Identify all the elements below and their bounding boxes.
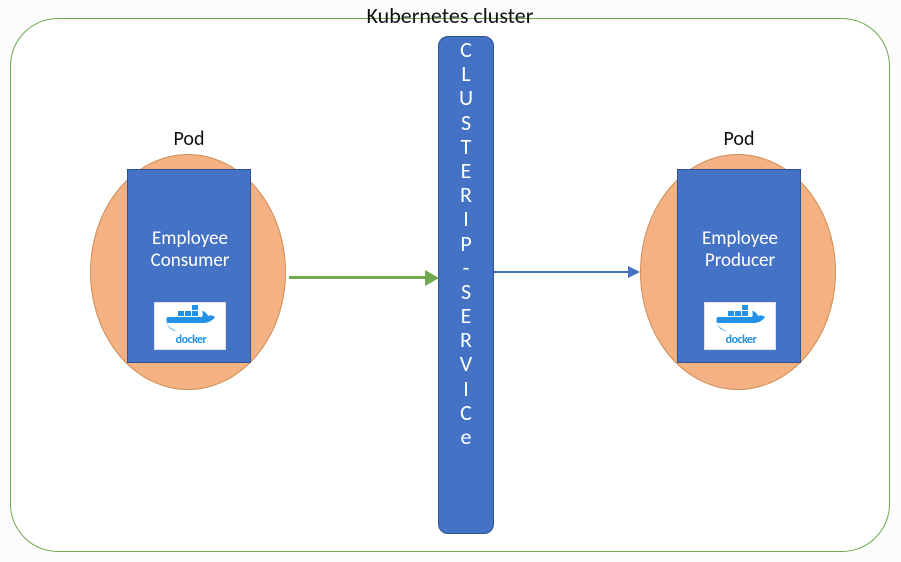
docker-whale-icon: [709, 305, 773, 335]
container-consumer-line1: Employee: [152, 227, 228, 250]
service-letter: S: [439, 280, 493, 304]
arrow-head-consumer-to-service: [425, 270, 439, 286]
container-producer-line2: Producer: [705, 249, 775, 272]
service-letter: C: [439, 401, 493, 425]
container-consumer: Employee Consumer docker: [127, 169, 251, 363]
cluster-title: Kubernetes cluster: [0, 2, 900, 29]
container-consumer-text: Employee Consumer: [128, 228, 252, 272]
clusterip-service-box: CLUSTERIP-SERVICe: [438, 36, 494, 534]
pod-label-left: Pod: [91, 127, 287, 151]
docker-word-right: docker: [705, 333, 777, 347]
container-producer: Employee Producer docker: [677, 169, 801, 363]
service-letter: L: [439, 62, 493, 86]
docker-word-left: docker: [155, 333, 227, 347]
service-letter: R: [439, 183, 493, 207]
docker-badge-left: docker: [154, 302, 226, 350]
docker-badge-right: docker: [704, 302, 776, 350]
service-letter: P: [439, 232, 493, 256]
pod-consumer: Pod Employee Consumer docker: [90, 154, 286, 390]
service-letter: E: [439, 159, 493, 183]
service-letter: S: [439, 111, 493, 135]
service-letter: I: [439, 207, 493, 231]
service-letter: e: [439, 425, 493, 449]
arrow-head-service-to-producer: [628, 266, 640, 278]
service-letter: I: [439, 377, 493, 401]
pod-label-right: Pod: [641, 127, 837, 151]
container-producer-line1: Employee: [702, 227, 778, 250]
docker-whale-icon: [159, 305, 223, 335]
arrow-service-to-producer: [494, 271, 628, 273]
service-letter: R: [439, 328, 493, 352]
container-consumer-line2: Consumer: [151, 249, 230, 272]
service-letter: U: [439, 86, 493, 110]
pod-producer: Pod Employee Producer docker: [640, 154, 836, 390]
service-letter: T: [439, 135, 493, 159]
service-letter: V: [439, 352, 493, 376]
service-letter: -: [439, 256, 493, 280]
service-letter: E: [439, 304, 493, 328]
arrow-consumer-to-service: [289, 276, 425, 279]
service-letter: C: [439, 38, 493, 62]
container-producer-text: Employee Producer: [678, 228, 802, 272]
